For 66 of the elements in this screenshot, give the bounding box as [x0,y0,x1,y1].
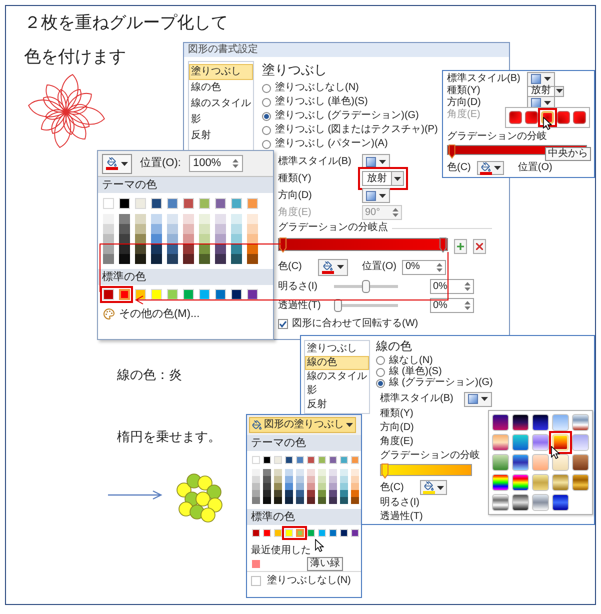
option-label[interactable]: 塗りつぶしなし(N) [275,83,359,93]
option-label[interactable]: 線なし(N) [389,356,433,366]
tooltip-text: 薄い緑 [310,559,340,569]
option-label[interactable]: 線 (グラデーション)(G) [389,378,493,388]
field-label: 種類(Y) [447,86,482,96]
position-field[interactable]: 0% [402,260,446,274]
field-label: 明るさ(I) [278,282,318,292]
shape-fill-button[interactable]: 図形の塗りつぶし [249,417,356,433]
section-title: テーマの色 [102,180,157,190]
section-title: 最近使用した [251,546,311,556]
field-label: 透過性(T) [380,512,423,522]
category-item[interactable]: 影 [189,112,253,128]
field-label: 標準スタイル(B) [447,74,522,84]
category-item[interactable]: 塗りつぶし [189,64,253,80]
field-label: 標準スタイル(B) [278,156,352,166]
heading-text: ２枚を重ねグループ化して [24,12,228,34]
heading-text: 色を付けます [24,46,126,68]
category-item[interactable]: 塗りつぶし [305,342,369,356]
category-item[interactable]: 線のスタイル [189,96,253,112]
value-field[interactable]: 0% [430,279,474,294]
field-label: 色(C) [380,482,405,493]
field-label: 角度(E) [447,110,480,120]
type-dropdown[interactable]: 放射 [527,86,564,96]
field-label: 位置(O): [140,158,181,169]
field-label: 色(C) [447,163,471,173]
checkbox-label[interactable]: 図形に合わせて回転する(W) [292,319,418,329]
position-field[interactable]: 100% [188,155,243,172]
category-item[interactable]: 反射 [305,398,369,412]
category-item[interactable]: 影 [305,384,369,398]
section-heading: 線の色 [376,340,412,355]
caption-text: 楕円を乗せます。 [117,430,221,443]
menu-item[interactable]: 塗りつぶしなし(N) [267,576,351,586]
category-item[interactable]: 反射 [189,128,253,144]
field-label: 方向(D) [380,423,415,434]
field-label: 位置(O) [518,163,552,173]
option-label[interactable]: 線 (単色)(S) [389,367,442,378]
section-title: 標準の色 [251,512,295,522]
field-label: 色(C) [278,262,303,272]
section-title: 標準の色 [102,272,146,282]
field-label: 方向(D) [278,190,313,200]
field-label: 位置(O) [362,262,396,272]
section-label: グラデーションの分岐 [447,132,547,142]
option-label[interactable]: 塗りつぶし (グラデーション)(G) [275,111,419,121]
option-label[interactable]: 塗りつぶし (パターン)(A) [275,139,388,149]
section-label: グラデーションの分岐点 [278,223,388,233]
option-label[interactable]: 塗りつぶし (単色)(S) [275,97,368,107]
field-label: 角度(E) [380,437,414,448]
field-label: 種類(Y) [380,409,414,420]
section-heading: 塗りつぶし [262,63,327,79]
field-label: 標準スタイル(B) [380,394,454,404]
tooltip-text: 中央から [548,149,588,159]
field-label: 明るさ(I) [380,498,420,508]
dialog-title: 図形の書式設定 [188,45,258,55]
menu-item[interactable]: その他の色(M)... [119,308,200,320]
option-label[interactable]: 塗りつぶし (図またはテクスチャ)(P) [275,125,438,135]
value-field[interactable]: 0% [430,298,474,313]
field-label: 種類(Y) [278,174,312,184]
category-item[interactable]: 線のスタイル [305,370,369,384]
caption-text: 線の色：炎 [117,368,182,381]
section-title: テーマの色 [251,438,306,448]
field-label: 方向(D) [447,98,482,108]
category-item[interactable]: 線の色 [305,356,369,370]
field-label: 角度(E) [278,208,312,218]
type-dropdown[interactable]: 放射 [362,171,404,186]
section-label: グラデーションの分岐 [380,450,480,461]
category-item[interactable]: 線の色 [189,80,253,96]
